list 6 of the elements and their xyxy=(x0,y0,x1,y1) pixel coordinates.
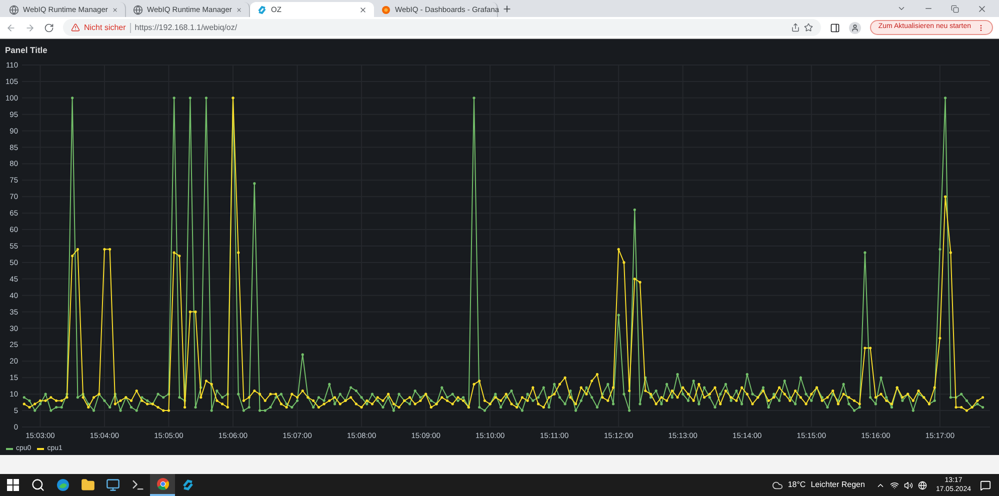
weather-text: Leichter Regen xyxy=(810,479,865,491)
url-text: https://192.168.1.1/webiq/oz/ xyxy=(134,22,238,34)
panel-title: Panel Title xyxy=(4,44,48,57)
temperature: 18°C xyxy=(788,479,806,491)
address-bar[interactable]: Nicht sicher https://192.168.1.1/webiq/oz/ xyxy=(63,19,822,36)
security-label[interactable]: Nicht sicher xyxy=(84,22,126,34)
